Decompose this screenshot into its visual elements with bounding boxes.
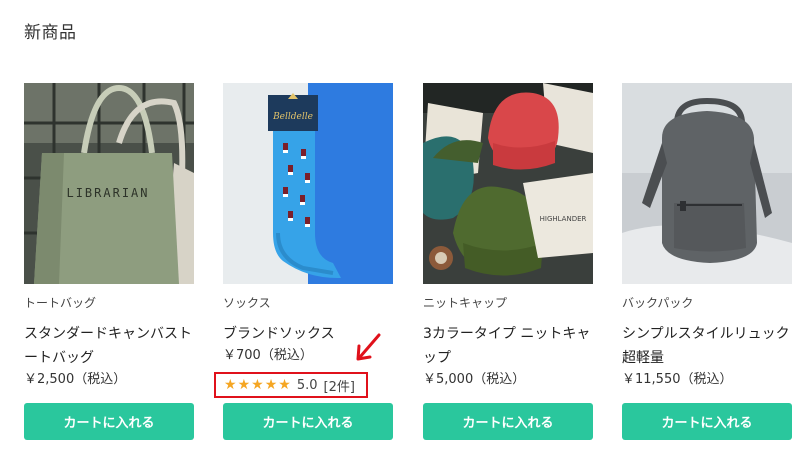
product-card: バックパック シンプルスタイルリュック超軽量 ￥11,550（税込） カートに入… bbox=[622, 83, 792, 440]
annotation-arrow-icon bbox=[356, 333, 381, 361]
product-category: トートバッグ bbox=[24, 296, 97, 310]
product-category: ソックス bbox=[223, 296, 271, 310]
star-icon: ★ bbox=[237, 377, 251, 393]
librarian-logo-text: LIBRARIAN bbox=[66, 186, 149, 200]
product-image-tote-bag[interactable]: LIBRARIAN bbox=[24, 83, 194, 284]
star-icon: ★ bbox=[224, 377, 237, 393]
product-card: HIGHLANDER ニットキャップ 3カラータイプ ニットキャップ ￥5,00… bbox=[423, 83, 593, 440]
add-to-cart-button[interactable]: カートに入れる bbox=[24, 403, 194, 440]
product-image-backpack[interactable] bbox=[622, 83, 792, 284]
knit-cap-image: HIGHLANDER bbox=[423, 83, 593, 284]
product-image-knit-cap[interactable]: HIGHLANDER bbox=[423, 83, 593, 284]
product-price: ￥5,000（税込） bbox=[423, 372, 526, 387]
add-to-cart-button[interactable]: カートに入れる bbox=[423, 403, 593, 440]
product-name[interactable]: 3カラータイプ ニットキャップ bbox=[423, 322, 593, 370]
star-icon: ★ bbox=[278, 377, 291, 393]
highlander-label-text: HIGHLANDER bbox=[540, 215, 587, 223]
rating-stars: ★ ★ ★ ★ ★ bbox=[224, 378, 291, 392]
tote-bag-image: LIBRARIAN bbox=[24, 83, 194, 284]
product-rating[interactable]: ★ ★ ★ ★ ★ 5.0 [2件] bbox=[214, 372, 368, 398]
rating-score: 5.0 bbox=[296, 377, 318, 393]
socks-image: Belldelle bbox=[223, 83, 393, 284]
product-name[interactable]: シンプルスタイルリュック超軽量 bbox=[622, 322, 792, 370]
rating-count[interactable]: [2件] bbox=[324, 376, 355, 395]
add-to-cart-button[interactable]: カートに入れる bbox=[622, 403, 792, 440]
product-category: ニットキャップ bbox=[423, 296, 508, 310]
product-category: バックパック bbox=[622, 296, 694, 310]
backpack-image bbox=[622, 83, 792, 284]
star-icon: ★ bbox=[264, 377, 278, 393]
product-image-socks[interactable]: Belldelle bbox=[223, 83, 393, 284]
sock-brand-text: Belldelle bbox=[272, 112, 313, 122]
product-card: LIBRARIAN トートバッグ スタンダードキャンバストートバッグ ￥2,50… bbox=[24, 83, 194, 440]
section-title: 新商品 bbox=[24, 23, 77, 43]
add-to-cart-button[interactable]: カートに入れる bbox=[223, 403, 393, 440]
product-card: Belldelle ソックス ブランドソックス ￥700（税込） ★ ★ ★ ★… bbox=[214, 83, 393, 440]
product-name[interactable]: スタンダードキャンバストートバッグ bbox=[24, 322, 194, 370]
star-icon: ★ bbox=[251, 377, 264, 393]
product-price: ￥11,550（税込） bbox=[622, 372, 733, 387]
product-price: ￥2,500（税込） bbox=[24, 372, 127, 387]
